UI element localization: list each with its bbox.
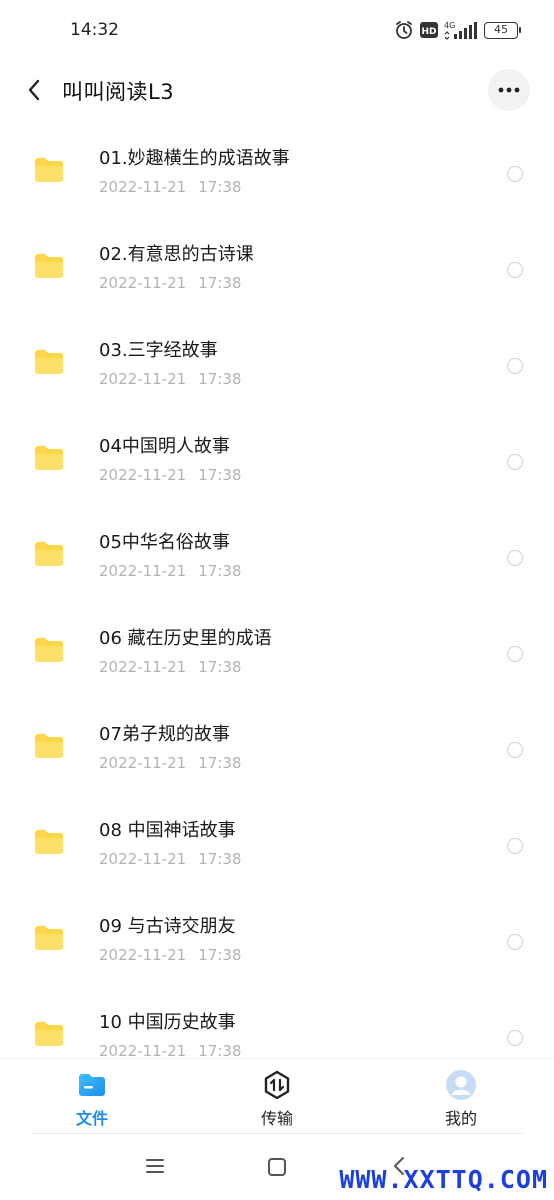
file-list: 01.妙趣横生的成语故事 2022-11-21 17:38 02.有意思的古诗课 …	[0, 124, 554, 1058]
select-radio[interactable]	[507, 454, 523, 470]
file-name: 02.有意思的古诗课	[99, 244, 254, 265]
home-key-icon[interactable]	[268, 1158, 286, 1176]
nav-files-label: 文件	[75, 1109, 108, 1128]
file-date: 2022-11-21 17:38	[99, 1042, 242, 1058]
select-radio[interactable]	[507, 550, 523, 566]
select-radio[interactable]	[507, 358, 523, 374]
select-radio[interactable]	[507, 262, 523, 278]
svg-text:4G: 4G	[444, 21, 455, 30]
avatar-icon	[446, 1070, 476, 1100]
more-options-button[interactable]	[488, 69, 530, 111]
list-item[interactable]: 03.三字经故事 2022-11-21 17:38	[0, 316, 554, 412]
nav-tab-mine[interactable]: 我的	[411, 1069, 511, 1133]
file-date: 2022-11-21 17:38	[99, 370, 242, 388]
alarm-icon	[394, 20, 414, 40]
file-name: 04中国明人故事	[99, 436, 230, 457]
nav-divider	[32, 1133, 522, 1134]
nav-tab-files[interactable]: 文件	[42, 1069, 142, 1133]
file-name: 01.妙趣横生的成语故事	[99, 148, 290, 169]
folder-icon	[35, 1022, 63, 1046]
list-item[interactable]: 10 中国历史故事 2022-11-21 17:38	[0, 988, 554, 1058]
back-button[interactable]	[18, 74, 50, 106]
file-date: 2022-11-21 17:38	[99, 850, 242, 868]
status-icons: HD 4G 45	[394, 20, 521, 40]
file-name: 06 藏在历史里的成语	[99, 628, 272, 649]
status-time: 14:32	[70, 20, 119, 40]
nav-tab-transfer[interactable]: 传输	[227, 1069, 327, 1133]
file-date: 2022-11-21 17:38	[99, 274, 242, 292]
file-date: 2022-11-21 17:38	[99, 178, 242, 196]
file-date: 2022-11-21 17:38	[99, 562, 242, 580]
nav-mine-label: 我的	[444, 1109, 477, 1128]
list-item[interactable]: 06 藏在历史里的成语 2022-11-21 17:38	[0, 604, 554, 700]
menu-key-icon[interactable]	[145, 1158, 165, 1174]
status-bar: 14:32 HD 4G 45	[0, 0, 554, 62]
folder-icon	[35, 350, 63, 374]
files-folder-icon	[79, 1074, 105, 1096]
folder-icon	[35, 542, 63, 566]
signal-icon: 4G	[444, 20, 478, 40]
nav-transfer-label: 传输	[260, 1109, 293, 1128]
list-item[interactable]: 02.有意思的古诗课 2022-11-21 17:38	[0, 220, 554, 316]
file-date: 2022-11-21 17:38	[99, 754, 242, 772]
select-radio[interactable]	[507, 166, 523, 182]
transfer-icon	[264, 1070, 290, 1100]
list-item[interactable]: 09 与古诗交朋友 2022-11-21 17:38	[0, 892, 554, 988]
folder-icon	[35, 158, 63, 182]
file-date: 2022-11-21 17:38	[99, 658, 242, 676]
back-arrow-icon	[28, 79, 40, 101]
folder-icon	[35, 446, 63, 470]
folder-icon	[35, 926, 63, 950]
hd-icon: HD	[420, 22, 438, 38]
folder-icon	[35, 638, 63, 662]
list-item[interactable]: 07弟子规的故事 2022-11-21 17:38	[0, 700, 554, 796]
list-item[interactable]: 01.妙趣横生的成语故事 2022-11-21 17:38	[0, 124, 554, 220]
folder-icon	[35, 734, 63, 758]
list-item[interactable]: 08 中国神话故事 2022-11-21 17:38	[0, 796, 554, 892]
file-name: 09 与古诗交朋友	[99, 916, 236, 937]
battery-indicator: 45	[484, 21, 521, 39]
svg-text:HD: HD	[421, 27, 436, 37]
page-title: 叫叫阅读L3	[62, 80, 175, 104]
select-radio[interactable]	[507, 1030, 523, 1046]
list-item[interactable]: 04中国明人故事 2022-11-21 17:38	[0, 412, 554, 508]
file-name: 07弟子规的故事	[99, 724, 230, 745]
more-dots-icon	[498, 87, 520, 93]
file-date: 2022-11-21 17:38	[99, 466, 242, 484]
file-name: 03.三字经故事	[99, 340, 218, 361]
file-name: 10 中国历史故事	[99, 1012, 236, 1033]
select-radio[interactable]	[507, 838, 523, 854]
folder-icon	[35, 830, 63, 854]
watermark: WWW.XXTTQ.COM	[339, 1165, 548, 1194]
file-date: 2022-11-21 17:38	[99, 946, 242, 964]
file-name: 08 中国神话故事	[99, 820, 236, 841]
select-radio[interactable]	[507, 742, 523, 758]
file-name: 05中华名俗故事	[99, 532, 230, 553]
select-radio[interactable]	[507, 646, 523, 662]
header: 叫叫阅读L3	[0, 62, 554, 118]
system-nav-bar: WWW.XXTTQ.COM	[0, 1140, 554, 1200]
select-radio[interactable]	[507, 934, 523, 950]
list-item[interactable]: 05中华名俗故事 2022-11-21 17:38	[0, 508, 554, 604]
folder-icon	[35, 254, 63, 278]
bottom-nav: 文件 传输 我的	[0, 1058, 554, 1134]
